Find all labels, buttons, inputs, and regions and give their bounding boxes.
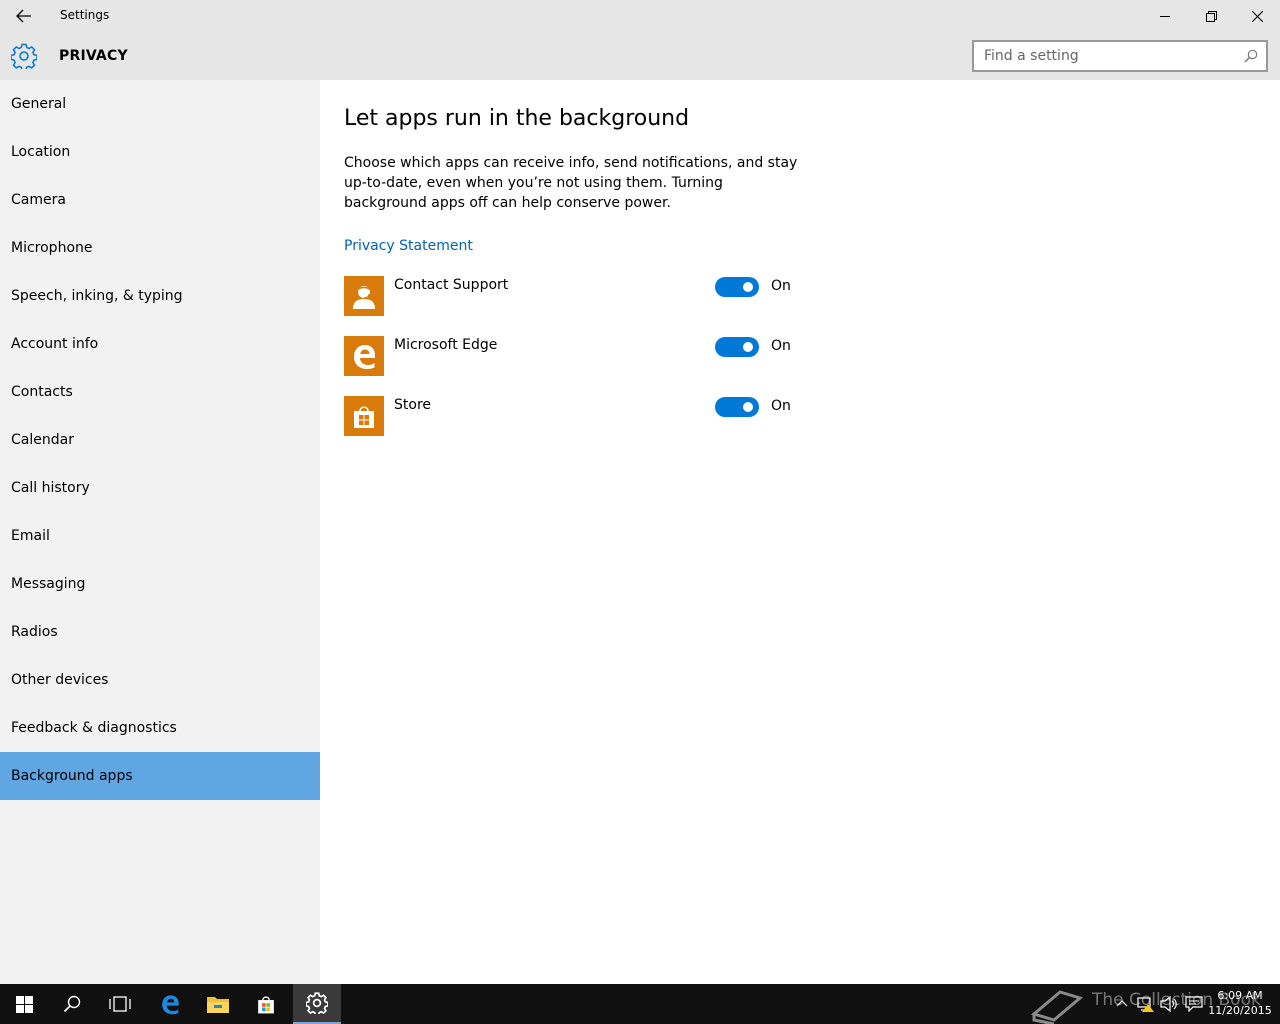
chevron-up-icon[interactable] (1116, 996, 1128, 1010)
network-warning-icon[interactable] (1137, 996, 1155, 1012)
search-icon (63, 995, 81, 1013)
privacy-sidebar: General Location Camera Microphone Speec… (0, 80, 320, 984)
sidebar-item-other-devices[interactable]: Other devices (0, 656, 320, 704)
store-toggle[interactable] (715, 397, 759, 417)
privacy-statement-link[interactable]: Privacy Statement (344, 238, 473, 254)
search-icon[interactable] (1244, 49, 1258, 63)
volume-icon[interactable] (1160, 996, 1178, 1012)
back-arrow-icon (16, 9, 31, 23)
sidebar-item-messaging[interactable]: Messaging (0, 560, 320, 608)
title-bar: Settings (0, 0, 1280, 32)
minimize-button[interactable] (1142, 0, 1188, 32)
clock-date: 11/20/2015 (1208, 1004, 1272, 1017)
task-view-icon (109, 996, 131, 1012)
settings-header: PRIVACY (0, 32, 1280, 80)
sidebar-item-location[interactable]: Location (0, 128, 320, 176)
gear-icon (306, 992, 328, 1014)
edge-icon (162, 995, 179, 1015)
sidebar-item-microphone[interactable]: Microphone (0, 224, 320, 272)
app-row-microsoft-edge: Microsoft Edge On (344, 336, 804, 376)
page-description: Choose which apps can receive info, send… (344, 155, 798, 211)
section-title: PRIVACY (59, 48, 128, 64)
edge-icon (344, 336, 384, 376)
minimize-icon (1160, 16, 1170, 17)
sidebar-item-background-apps[interactable]: Background apps (0, 752, 320, 800)
store-icon (344, 396, 384, 436)
taskbar-store-button[interactable] (242, 984, 290, 1024)
app-row-store: Store On (344, 396, 804, 436)
close-button[interactable] (1234, 0, 1280, 32)
folder-icon (207, 997, 229, 1013)
sidebar-item-speech-inking-typing[interactable]: Speech, inking, & typing (0, 272, 320, 320)
sidebar-item-calendar[interactable]: Calendar (0, 416, 320, 464)
app-name: Contact Support (394, 277, 509, 293)
contact-support-toggle[interactable] (715, 277, 759, 297)
taskbar-edge-button[interactable] (146, 984, 194, 1024)
taskbar-search-button[interactable] (48, 984, 96, 1024)
search-box[interactable] (972, 40, 1268, 72)
task-view-button[interactable] (96, 984, 144, 1024)
toggle-state-label: On (771, 338, 791, 354)
back-button[interactable] (8, 0, 40, 32)
page-title: Let apps run in the background (344, 106, 690, 131)
restore-icon (1205, 10, 1217, 22)
app-name: Microsoft Edge (394, 337, 498, 353)
sidebar-item-camera[interactable]: Camera (0, 176, 320, 224)
toggle-knob (743, 282, 753, 292)
microsoft-edge-toggle[interactable] (715, 337, 759, 357)
toggle-knob (743, 342, 753, 352)
restore-button[interactable] (1188, 0, 1234, 32)
sidebar-item-feedback-diagnostics[interactable]: Feedback & diagnostics (0, 704, 320, 752)
contact-support-icon (344, 276, 384, 316)
toggle-state-label: On (771, 398, 791, 414)
toggle-knob (743, 402, 753, 412)
windows-logo-icon (15, 995, 33, 1013)
taskbar-settings-button[interactable] (293, 984, 341, 1024)
taskbar-file-explorer-button[interactable] (194, 984, 242, 1024)
sidebar-item-email[interactable]: Email (0, 512, 320, 560)
sidebar-item-contacts[interactable]: Contacts (0, 368, 320, 416)
window-title: Settings (60, 8, 110, 22)
taskbar: The Collection Book 6:09 AM 11/20/2015 (0, 984, 1280, 1024)
gear-icon (11, 43, 37, 69)
app-row-contact-support: Contact Support On (344, 276, 804, 316)
search-input[interactable] (984, 47, 1234, 65)
sidebar-item-call-history[interactable]: Call history (0, 464, 320, 512)
store-icon (258, 996, 274, 1014)
clock-time: 6:09 AM (1217, 989, 1263, 1002)
sidebar-item-account-info[interactable]: Account info (0, 320, 320, 368)
book-watermark-icon (1030, 990, 1084, 1024)
sidebar-item-general[interactable]: General (0, 80, 320, 128)
app-name: Store (394, 397, 432, 413)
action-center-icon[interactable] (1185, 996, 1203, 1012)
clock[interactable]: 6:09 AM 11/20/2015 (1206, 988, 1274, 1018)
main-content: Let apps run in the background Choose wh… (320, 80, 1280, 984)
close-icon (1251, 10, 1263, 22)
toggle-state-label: On (771, 278, 791, 294)
start-button[interactable] (0, 984, 48, 1024)
sidebar-item-radios[interactable]: Radios (0, 608, 320, 656)
